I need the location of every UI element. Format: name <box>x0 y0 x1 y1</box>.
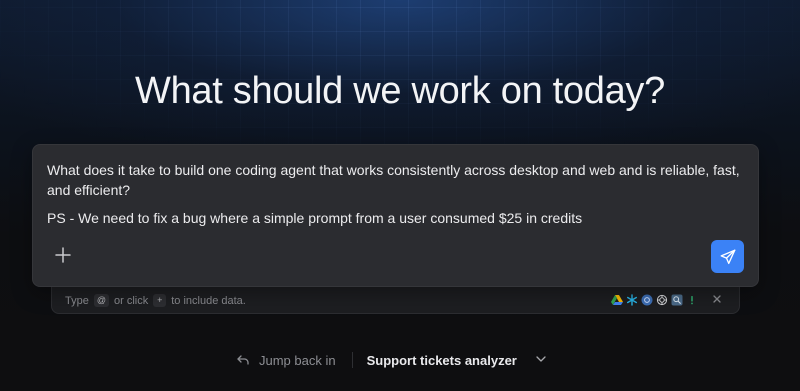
jump-back-in-button[interactable]: Jump back in <box>236 353 336 368</box>
close-icon[interactable] <box>711 293 723 307</box>
snowflake-icon[interactable] <box>626 294 638 306</box>
undo-arrow-icon <box>237 355 249 365</box>
page-title: What should we work on today? <box>135 70 665 112</box>
project-dropdown-toggle[interactable] <box>535 353 547 365</box>
chevron-down-icon <box>536 356 546 362</box>
hint-or-click-text: or click <box>114 294 149 307</box>
prompt-text[interactable]: What does it take to build one coding ag… <box>47 160 747 228</box>
database-search-icon[interactable] <box>671 294 683 306</box>
postgres-icon[interactable] <box>641 294 653 306</box>
recent-projects-row: Jump back in Support tickets analyzer <box>236 350 517 370</box>
google-drive-icon[interactable] <box>611 294 623 306</box>
plus-icon <box>55 247 71 263</box>
openai-icon[interactable] <box>656 294 668 306</box>
prompt-composer[interactable]: What does it take to build one coding ag… <box>32 144 759 287</box>
at-key-badge: @ <box>93 294 109 307</box>
include-data-hint: Type @ or click + to include data. <box>65 294 246 307</box>
send-icon <box>720 249 735 264</box>
prompt-line-2: PS - We need to fix a bug where a simple… <box>47 210 583 226</box>
divider <box>351 352 353 368</box>
hint-type-text: Type <box>65 294 89 307</box>
add-attachment-button[interactable] <box>51 243 75 267</box>
jump-back-in-label: Jump back in <box>259 352 336 368</box>
send-button[interactable] <box>711 240 744 273</box>
prompt-line-1: What does it take to build one coding ag… <box>47 162 740 198</box>
data-source-icons <box>611 293 723 307</box>
alert-icon[interactable] <box>686 294 698 306</box>
recent-project-link[interactable]: Support tickets analyzer <box>367 353 517 368</box>
plus-key-badge: + <box>153 294 167 307</box>
hint-suffix-text: to include data. <box>171 294 246 307</box>
